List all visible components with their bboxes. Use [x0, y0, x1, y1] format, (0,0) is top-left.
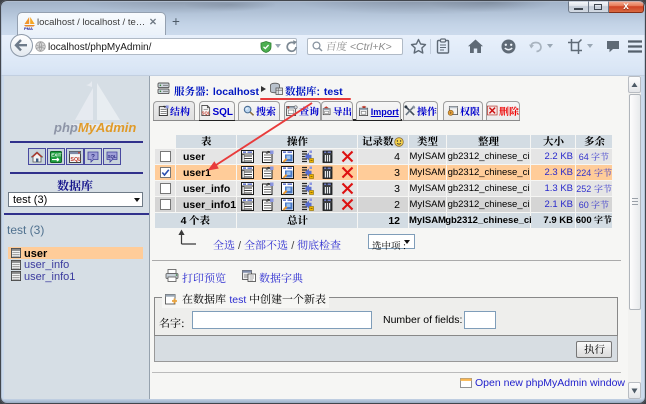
svg-text:SQL: SQL: [107, 154, 116, 159]
svg-text:PMA: PMA: [24, 26, 33, 30]
svg-text:SQL: SQL: [70, 157, 81, 163]
svg-text:EXIT: EXIT: [51, 152, 61, 157]
svg-text:?: ?: [91, 153, 95, 160]
